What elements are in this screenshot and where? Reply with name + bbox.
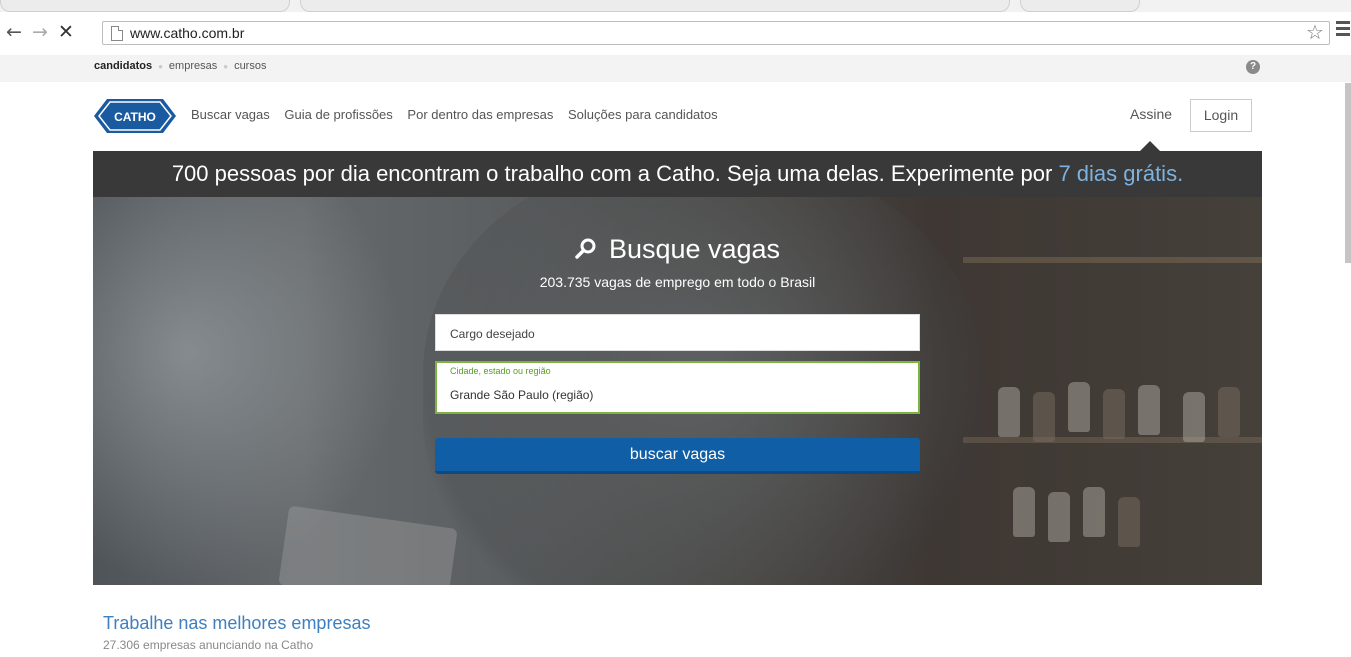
topnav-empresas[interactable]: empresas — [169, 60, 217, 72]
buscar-vagas-button[interactable]: buscar vagas — [435, 438, 920, 474]
section-subtitle: 27.306 empresas anunciando na Catho — [103, 638, 314, 652]
tab-strip — [0, 0, 1351, 12]
page-icon — [111, 26, 123, 41]
hero-background-jar — [1013, 487, 1035, 537]
back-button[interactable]: ← — [6, 22, 22, 42]
promo-highlight-link[interactable]: 7 dias grátis. — [1058, 161, 1183, 186]
promo-banner: 700 pessoas por dia encontram o trabalho… — [93, 151, 1262, 197]
separator-dot: ● — [158, 61, 163, 71]
scrollbar-thumb[interactable] — [1345, 83, 1351, 263]
search-heading: Busque vagas — [93, 234, 1262, 265]
hero-background-jar — [1033, 392, 1055, 442]
cidade-value[interactable]: Grande São Paulo (região) — [450, 388, 593, 402]
hero-background-jar — [1183, 392, 1205, 442]
hero-background-jar — [1218, 387, 1240, 437]
address-bar[interactable]: www.catho.com.br — [102, 21, 1330, 45]
cargo-input[interactable]: Cargo desejado — [435, 314, 920, 351]
search-title: Busque vagas — [608, 234, 781, 264]
site-top-nav: candidatos ● empresas ● cursos ? — [0, 55, 1351, 82]
nav-por-dentro-empresas[interactable]: Por dentro das empresas — [407, 107, 553, 122]
url-text[interactable]: www.catho.com.br — [130, 25, 244, 41]
hero-background-jar — [1138, 385, 1160, 435]
catho-logo[interactable]: CATHO — [93, 97, 177, 135]
topnav-candidatos[interactable]: candidatos — [94, 60, 152, 72]
search-icon — [575, 238, 596, 259]
hero-background-jar — [1048, 492, 1070, 542]
browser-chrome: ← → ✕ www.catho.com.br ☆ — [0, 0, 1351, 55]
hero-background-jar — [1068, 382, 1090, 432]
section-title[interactable]: Trabalhe nas melhores empresas — [103, 613, 370, 634]
browser-tab[interactable] — [0, 0, 290, 12]
nav-guia-profissoes[interactable]: Guia de profissões — [284, 107, 392, 122]
cidade-label: Cidade, estado ou região — [450, 366, 551, 376]
promo-text: 700 pessoas por dia encontram o trabalho… — [171, 161, 1053, 186]
bookmark-star-icon[interactable]: ☆ — [1306, 20, 1324, 44]
cargo-placeholder: Cargo desejado — [450, 327, 535, 341]
assine-link[interactable]: Assine — [1130, 106, 1172, 122]
hero-background-jar — [1083, 487, 1105, 537]
main-nav: Buscar vagas Guia de profissões Por dent… — [191, 107, 729, 122]
nav-solucoes-candidatos[interactable]: Soluções para candidatos — [568, 107, 718, 122]
browser-tab[interactable] — [1020, 0, 1140, 12]
hero-search: Busque vagas 203.735 vagas de emprego em… — [93, 197, 1262, 585]
hero-background-jar — [1103, 389, 1125, 439]
hero-background-jar — [1118, 497, 1140, 547]
search-subtitle: 203.735 vagas de emprego em todo o Brasi… — [539, 274, 816, 290]
nav-buscar-vagas[interactable]: Buscar vagas — [191, 107, 270, 122]
hero-background-jar — [998, 387, 1020, 437]
browser-tab[interactable] — [300, 0, 1010, 12]
logo-text: CATHO — [114, 110, 156, 124]
separator-dot: ● — [223, 61, 229, 71]
hero-background-laptop — [278, 505, 458, 585]
forward-button[interactable]: → — [32, 22, 48, 42]
menu-icon[interactable] — [1336, 21, 1350, 39]
topnav-cursos[interactable]: cursos — [234, 60, 266, 72]
cidade-input[interactable]: Cidade, estado ou região Grande São Paul… — [435, 361, 920, 414]
help-icon[interactable]: ? — [1246, 60, 1260, 74]
login-button[interactable]: Login — [1190, 99, 1252, 132]
stop-button[interactable]: ✕ — [58, 22, 74, 42]
